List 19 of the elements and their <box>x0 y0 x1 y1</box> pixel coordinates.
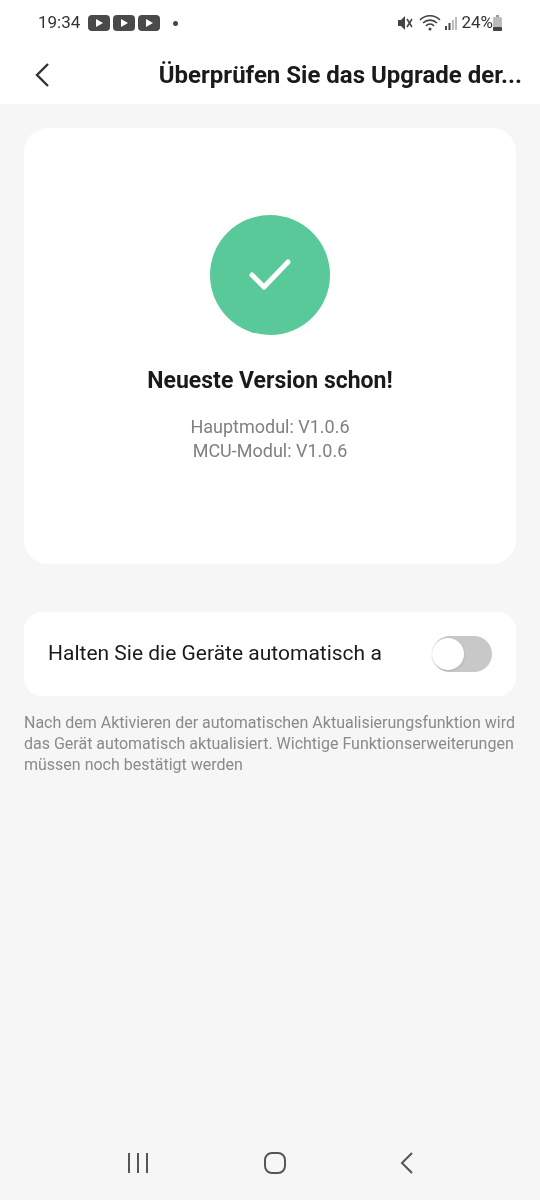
auto-update-label: Halten Sie die Geräte automatisch a <box>48 640 382 668</box>
page-title: Überprüfen Sie das Upgrade der... <box>158 60 522 91</box>
signal-icon <box>445 16 458 30</box>
video-icon <box>88 15 111 31</box>
version-text: Hauptmodul: V1.0.6 <box>190 414 350 439</box>
battery-icon <box>493 15 502 31</box>
battery-percent: 24% <box>461 11 493 35</box>
video-icon <box>113 15 136 31</box>
video-icon <box>138 15 161 31</box>
status-title: Neueste Version schon! <box>147 366 393 396</box>
status-time: 19:34 <box>38 11 81 35</box>
back-icon[interactable] <box>399 1151 414 1175</box>
auto-update-toggle[interactable] <box>432 636 492 672</box>
version-text: MCU-Modul: V1.0.6 <box>192 438 348 463</box>
auto-update-note: Nach dem Aktivieren der automatischen Aktualisierungsfunktion wird das Gerät automatisch aktualisiert. Wichtige Funktionserweiterungen müssen noch bestätigt werden <box>24 712 516 775</box>
recent-apps-icon[interactable] <box>126 1152 151 1174</box>
mute-icon <box>397 15 414 31</box>
wifi-icon <box>419 15 442 31</box>
home-icon[interactable] <box>263 1151 287 1175</box>
